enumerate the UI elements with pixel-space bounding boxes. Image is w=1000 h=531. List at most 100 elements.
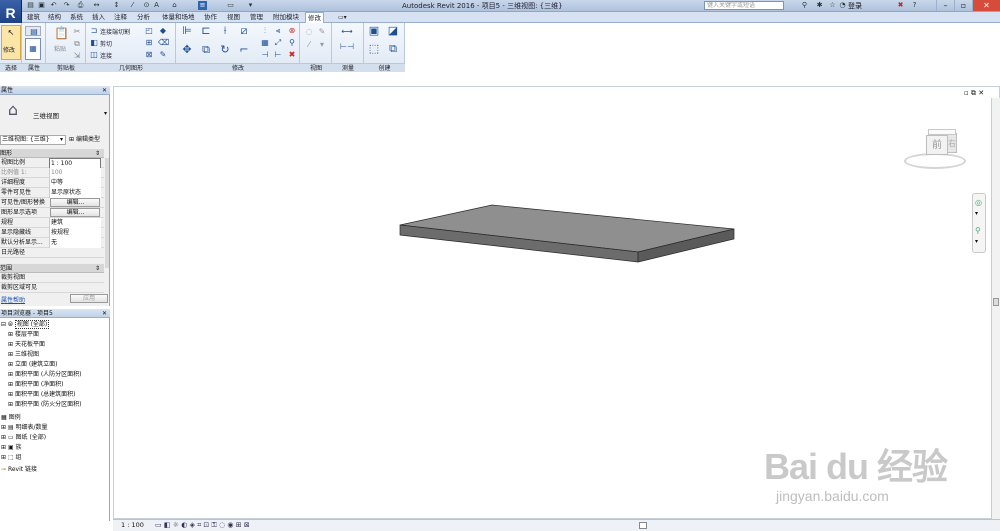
scrollbar-thumb[interactable] bbox=[993, 298, 999, 306]
create-parts-icon[interactable]: ◪ bbox=[386, 25, 400, 40]
tree-schedules[interactable]: ⊞ ▤ 明细表/数量 bbox=[1, 423, 48, 433]
copy-element-icon[interactable]: ⧉ bbox=[199, 44, 213, 59]
paint-remove-icon[interactable]: ✎ bbox=[158, 50, 168, 60]
section-graphics[interactable]: 图形 ⇕ bbox=[0, 149, 104, 158]
type-properties-button[interactable]: ▤ bbox=[25, 26, 41, 36]
thin-lines-icon[interactable]: ≡ bbox=[198, 1, 207, 10]
aligned-dimension-icon[interactable]: ⊢⊣ bbox=[338, 42, 356, 52]
save-icon[interactable]: ▣ bbox=[37, 1, 46, 10]
tab-massing-site[interactable]: 体量和场地 bbox=[160, 12, 197, 23]
measure-icon[interactable]: ↔ bbox=[92, 1, 101, 10]
cope-icon[interactable]: ⊐ bbox=[89, 26, 99, 36]
align-icon[interactable]: ⊫ bbox=[180, 25, 194, 40]
user-icon[interactable]: ◔ bbox=[838, 1, 847, 10]
info-icon[interactable]: ✱ bbox=[815, 1, 824, 10]
join-label[interactable]: 连接 bbox=[100, 51, 112, 60]
shadows-icon[interactable]: ◐ bbox=[181, 521, 187, 529]
tab-collaborate[interactable]: 协作 bbox=[202, 12, 219, 23]
tree-revit-links[interactable]: ⊸ Revit 链接 bbox=[1, 465, 37, 475]
minimize-button[interactable]: – bbox=[936, 0, 954, 11]
match-type-icon[interactable]: ⇲ bbox=[72, 51, 82, 61]
type-selector-dropdown-icon[interactable]: ▾ bbox=[104, 110, 107, 117]
analytical-model-icon[interactable]: ⊞ bbox=[236, 521, 242, 529]
tab-analyze[interactable]: 分析 bbox=[135, 12, 152, 23]
sun-path-icon[interactable]: ☼ bbox=[173, 521, 179, 529]
view-restore-icon[interactable]: ⧉ bbox=[971, 89, 976, 97]
trim-icon[interactable]: ⌐ bbox=[237, 44, 251, 59]
tab-addins[interactable]: 附加模块 bbox=[271, 12, 301, 23]
view-scale-label[interactable]: 1 : 100 bbox=[121, 520, 144, 531]
copy-icon[interactable]: ⧉ bbox=[72, 39, 82, 49]
horizontal-scroll-thumb[interactable] bbox=[639, 522, 647, 529]
tree-groups[interactable]: ⊞ ⬚ 组 bbox=[1, 453, 22, 463]
tab-manage[interactable]: 管理 bbox=[248, 12, 265, 23]
cut-geometry-label[interactable]: 剪切 bbox=[100, 39, 112, 48]
tree-area-plan-net[interactable]: ⊞ 面积平面 (净面积) bbox=[8, 380, 64, 390]
mirror-draw-icon[interactable]: ⧄ bbox=[237, 25, 251, 40]
tab-annotate[interactable]: 注释 bbox=[112, 12, 129, 23]
linework-icon[interactable]: ⁄ bbox=[304, 40, 314, 50]
vg-edit-button[interactable]: 编辑... bbox=[50, 198, 100, 207]
search-input[interactable]: 键入关键字或短语 bbox=[704, 1, 784, 10]
properties-help-link[interactable]: 属性帮助 bbox=[1, 295, 25, 304]
override-icon[interactable]: ✎ bbox=[317, 27, 327, 37]
tree-3d-views[interactable]: ⊞ 三维视图 bbox=[8, 350, 39, 360]
create-similar-icon[interactable]: ⧉ bbox=[386, 43, 400, 58]
tree-area-plan-civil[interactable]: ⊞ 面积平面 (人防分区面积) bbox=[8, 370, 82, 380]
cut-geometry-icon[interactable]: ◧ bbox=[89, 38, 99, 48]
tree-families[interactable]: ⊞ ▣ 族 bbox=[1, 443, 22, 453]
view-3d-icon[interactable]: ⌂ bbox=[170, 1, 179, 10]
graphic-display-edit-button[interactable]: 编辑... bbox=[50, 208, 100, 217]
split-face-icon[interactable]: ◰ bbox=[144, 26, 154, 36]
offset-icon[interactable]: ⊏ bbox=[199, 25, 213, 40]
section-extents[interactable]: 范围 ⇕ bbox=[0, 264, 104, 273]
instance-filter-select[interactable]: 三维视图: {三维} ▾ bbox=[0, 135, 66, 145]
print-icon[interactable]: ⎙ bbox=[76, 1, 85, 10]
temp-hide-icon[interactable]: ◌ bbox=[219, 521, 225, 529]
wall-joins-icon[interactable]: ⊞ bbox=[144, 38, 154, 48]
help-icon[interactable]: ? bbox=[910, 1, 919, 10]
tree-area-plan-fire[interactable]: ⊞ 面积平面 (防火分区面积) bbox=[8, 400, 82, 410]
show-crop-icon[interactable]: ⊡ bbox=[203, 521, 209, 529]
type-name[interactable]: 三维视图 bbox=[33, 110, 59, 120]
tab-systems[interactable]: 系统 bbox=[68, 12, 85, 23]
move-icon[interactable]: ✥ bbox=[180, 44, 194, 59]
close-button[interactable]: ✕ bbox=[972, 0, 1000, 11]
exchange-icon[interactable]: ✖ bbox=[896, 1, 905, 10]
favorite-icon[interactable]: ☆ bbox=[828, 1, 837, 10]
tree-root-views[interactable]: ⊟ ⦾ 视图 (全部) bbox=[1, 320, 50, 330]
highlight-displacement-icon[interactable]: ⊠ bbox=[244, 521, 250, 529]
viewcube-top-face[interactable] bbox=[928, 129, 956, 135]
ribbon-minimize-icon[interactable]: ▭▾ bbox=[336, 12, 349, 23]
view-minimize-icon[interactable]: ▫ bbox=[964, 89, 969, 97]
create-assembly-icon[interactable]: ▣ bbox=[367, 25, 381, 40]
properties-button[interactable]: ▦ bbox=[25, 38, 41, 60]
close-palette-icon[interactable]: ✕ bbox=[102, 86, 107, 95]
beam-join-icon[interactable]: ⊠ bbox=[144, 50, 154, 60]
select-panel-label[interactable]: 选择 bbox=[0, 63, 22, 72]
apply-button[interactable]: 应用 bbox=[70, 294, 108, 303]
tab-insert[interactable]: 插入 bbox=[90, 12, 107, 23]
join-icon[interactable]: ◫ bbox=[89, 50, 99, 60]
zoom-icon[interactable]: ⚲ bbox=[975, 226, 981, 235]
tab-architecture[interactable]: 建筑 bbox=[25, 12, 42, 23]
viewcube-front-face[interactable]: 前 bbox=[926, 135, 948, 155]
delete-icon[interactable]: ✖ bbox=[287, 50, 297, 60]
cut-icon[interactable]: ✂ bbox=[72, 27, 82, 37]
lock-3d-icon[interactable]: ⚿ bbox=[212, 521, 217, 529]
restore-button[interactable]: ▫ bbox=[954, 0, 972, 11]
zoom-dropdown-icon[interactable]: ▾ bbox=[975, 238, 978, 245]
modify-button[interactable]: ↖ 修改 bbox=[1, 25, 21, 60]
unpin-icon[interactable]: ⊗ bbox=[287, 26, 297, 36]
customize-qat-icon[interactable]: ▾ bbox=[246, 1, 255, 10]
text-icon[interactable]: A bbox=[152, 1, 161, 10]
measure-distance-icon[interactable]: ⟷ bbox=[338, 27, 356, 37]
crop-view-icon[interactable]: ⌗ bbox=[197, 521, 201, 529]
demolish-icon[interactable]: ⌫ bbox=[158, 38, 169, 48]
tree-sheets[interactable]: ⊞ ▭ 图纸 (全部) bbox=[1, 433, 46, 443]
tab-view[interactable]: 视图 bbox=[225, 12, 242, 23]
redo-icon[interactable]: ↷ bbox=[62, 1, 71, 10]
cope-label[interactable]: 连接端切割 bbox=[100, 27, 130, 36]
split-icon[interactable]: ⫶ bbox=[260, 26, 270, 36]
trim-extend-icon[interactable]: ⊣ bbox=[260, 50, 270, 60]
